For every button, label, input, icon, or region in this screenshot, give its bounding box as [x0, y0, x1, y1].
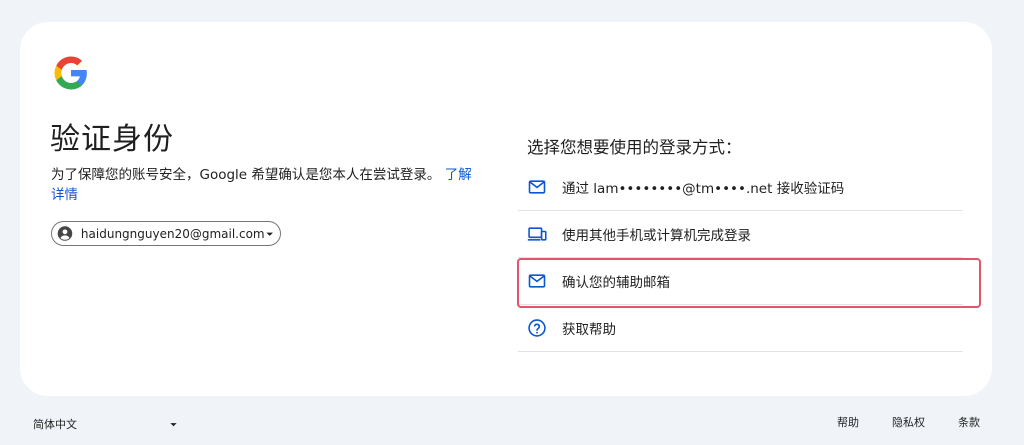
mail-icon	[528, 180, 546, 194]
page-description: 为了保障您的账号安全，Google 希望确认是您本人在尝试登录。 了解详情	[51, 165, 481, 205]
footer-links: 帮助 隐私权 条款	[804, 414, 980, 430]
method-label: 确认您的辅助邮箱	[562, 275, 670, 291]
google-logo	[54, 56, 87, 90]
mail-icon	[528, 274, 546, 288]
language-selector[interactable]: 简体中文	[33, 414, 178, 434]
method-list: 通过 lam••••••••@tm••••.net 接收验证码 使用其他手机或计…	[518, 164, 963, 352]
account-circle-icon	[57, 226, 73, 241]
method-option-recovery-email[interactable]: 确认您的辅助邮箱	[518, 258, 963, 305]
account-email: haidungnguyen20@gmail.com	[80, 226, 265, 241]
method-label: 使用其他手机或计算机完成登录	[562, 228, 751, 244]
devices-icon	[527, 227, 547, 241]
method-option-email-code[interactable]: 通过 lam••••••••@tm••••.net 接收验证码	[518, 164, 963, 211]
language-label: 简体中文	[33, 418, 77, 431]
footer-link-terms[interactable]: 条款	[958, 414, 980, 430]
chevron-down-icon	[266, 232, 273, 236]
account-chip[interactable]: haidungnguyen20@gmail.com	[51, 221, 281, 246]
sign-in-card: 验证身份 为了保障您的账号安全，Google 希望确认是您本人在尝试登录。 了解…	[20, 22, 992, 396]
method-label: 获取帮助	[562, 322, 616, 338]
page-title: 验证身份	[50, 122, 174, 157]
footer-link-help[interactable]: 帮助	[837, 414, 859, 430]
method-label: 通过 lam••••••••@tm••••.net 接收验证码	[562, 181, 845, 197]
method-option-get-help[interactable]: 获取帮助	[518, 305, 963, 352]
methods-heading: 选择您想要使用的登录方式：	[527, 138, 742, 157]
chevron-down-icon	[170, 422, 177, 426]
description-text: 为了保障您的账号安全，Google 希望确认是您本人在尝试登录。	[51, 167, 441, 183]
method-option-other-device[interactable]: 使用其他手机或计算机完成登录	[518, 211, 963, 258]
footer-link-privacy[interactable]: 隐私权	[892, 414, 925, 430]
help-circle-icon	[528, 319, 546, 337]
